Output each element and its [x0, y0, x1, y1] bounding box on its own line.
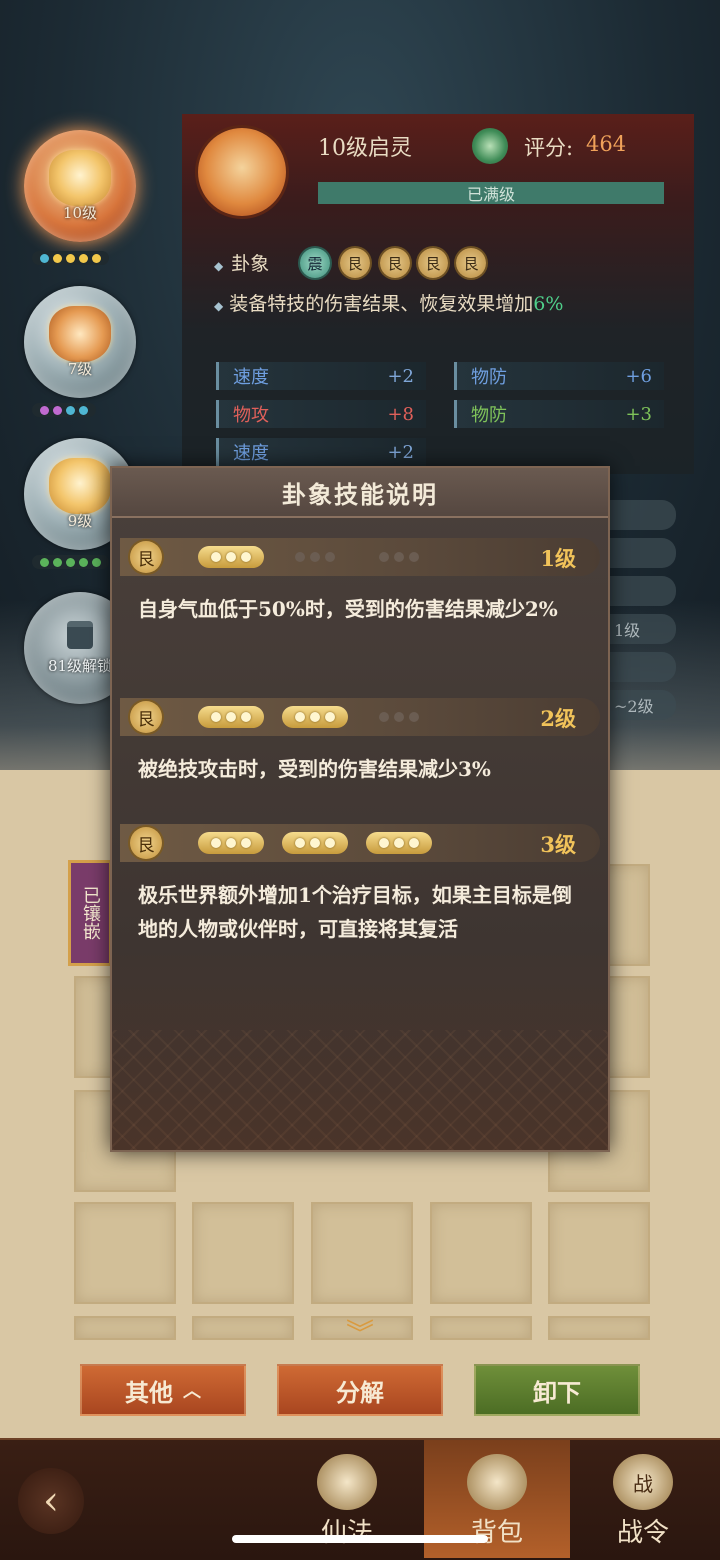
stat-row: 物攻 +8	[216, 400, 426, 428]
stat-row: 速度 +2	[216, 362, 426, 390]
trigram-chip[interactable]: 艮	[418, 248, 448, 278]
background-row	[606, 500, 676, 530]
gem-badge-icon	[198, 128, 286, 216]
diamond-bullet-icon: ◆	[214, 299, 224, 313]
stat-row: 速度 +2	[216, 438, 426, 466]
gem-slot-2-dots	[32, 403, 96, 417]
shield-icon	[472, 128, 508, 164]
pip-group	[366, 706, 432, 728]
background-row	[606, 576, 676, 606]
level-status: 已满级	[466, 185, 515, 204]
level-bar-2: 艮 2级	[120, 698, 600, 736]
pip-group	[198, 546, 264, 568]
gem-slot-1-dots	[32, 251, 109, 265]
unlock-requirement: 81级解锁	[47, 656, 113, 675]
pip-group	[366, 546, 432, 568]
decorative-lattice	[112, 1030, 608, 1150]
inventory-slot[interactable]	[430, 1202, 532, 1304]
trigram-gen-icon: 艮	[130, 701, 162, 733]
trigram-skill-dialog: 卦象技能说明 艮 1级 自身气血低于50%时，受到的伤害结果减少2% 艮 2级 …	[110, 466, 610, 1152]
trigram-row-label: ◆ 卦象	[214, 253, 270, 275]
lock-icon	[67, 620, 93, 649]
score-label: 评分:	[524, 136, 574, 160]
chevron-up-icon: ︿	[183, 1381, 201, 1402]
level-progress-bar: 已满级	[318, 182, 664, 204]
other-button[interactable]: 其他 ︿	[80, 1364, 246, 1416]
level-label: 1级	[540, 546, 576, 571]
score-value: 464	[586, 132, 627, 156]
level-label: 2级	[540, 706, 576, 731]
gem-slot-level: 7级	[67, 359, 93, 378]
level-bar-1: 艮 1级	[120, 538, 600, 576]
trigram-chip[interactable]: 艮	[340, 248, 370, 278]
inventory-slot[interactable]	[74, 1316, 176, 1340]
trigram-gen-icon: 艮	[130, 827, 162, 859]
back-arrow-icon[interactable]: ‹	[18, 1468, 84, 1534]
pip-group	[282, 546, 348, 568]
inventory-slot[interactable]	[548, 1316, 650, 1340]
gem-slot-3-dots	[32, 555, 109, 569]
trigram-chip[interactable]: 艮	[456, 248, 486, 278]
inlaid-item-card[interactable]: 已镶嵌	[68, 860, 112, 966]
cloud-emblem-icon	[49, 457, 111, 514]
stat-row: 物防 +6	[454, 362, 664, 390]
tab-battle-pass[interactable]: 战 战令	[570, 1440, 716, 1558]
background-row	[606, 538, 676, 568]
flame-emblem-icon	[49, 149, 111, 206]
level-label: 3级	[540, 832, 576, 857]
trigram-gen-icon: 艮	[130, 541, 162, 573]
war-token-icon: 战	[613, 1454, 673, 1510]
level-description: 被绝技攻击时，受到的伤害结果减少3%	[138, 757, 491, 781]
inventory-slot[interactable]	[192, 1316, 294, 1340]
pip-group	[282, 832, 348, 854]
flame-scroll-icon	[317, 1454, 377, 1510]
trigram-chip[interactable]: 震	[300, 248, 330, 278]
diamond-bullet-icon: ◆	[214, 259, 224, 273]
dialog-title: 卦象技能说明	[112, 468, 608, 518]
gem-title: 10级启灵	[318, 136, 412, 161]
level-description: 自身气血低于50%时，受到的伤害结果减少2%	[138, 597, 558, 621]
gem-slot-level: 9级	[67, 511, 93, 530]
background-row: 1级	[606, 614, 676, 644]
decompose-button[interactable]: 分解	[277, 1364, 443, 1416]
inventory-slot[interactable]	[192, 1202, 294, 1304]
home-indicator[interactable]	[232, 1535, 488, 1543]
pip-group	[366, 832, 432, 854]
stat-row: 物防 +3	[454, 400, 664, 428]
chevron-down-icon[interactable]: ︾	[340, 1320, 380, 1348]
inventory-slot[interactable]	[311, 1202, 413, 1304]
pip-group	[282, 706, 348, 728]
gem-slot-2[interactable]: 7级	[24, 286, 136, 398]
effect-description: ◆ 装备特技的伤害结果、恢复效果增加6%	[214, 293, 564, 315]
gem-slot-1[interactable]: 10级	[24, 130, 136, 242]
gem-slot-level: 10级	[62, 203, 98, 222]
pip-group	[198, 832, 264, 854]
trigram-chip[interactable]: 艮	[380, 248, 410, 278]
bag-icon	[467, 1454, 527, 1510]
inventory-slot[interactable]	[430, 1316, 532, 1340]
unequip-button[interactable]: 卸下	[474, 1364, 640, 1416]
level-bar-3: 艮 3级	[120, 824, 600, 862]
level-description: 极乐世界额外增加1个治疗目标，如果主目标是倒地的人物或伙伴时，可直接将其复活	[138, 883, 572, 941]
background-row	[606, 652, 676, 682]
mask-emblem-icon	[49, 305, 111, 362]
inventory-slot[interactable]	[548, 1202, 650, 1304]
inventory-slot[interactable]	[74, 1202, 176, 1304]
background-row: ~2级	[606, 690, 676, 720]
pip-group	[198, 706, 264, 728]
